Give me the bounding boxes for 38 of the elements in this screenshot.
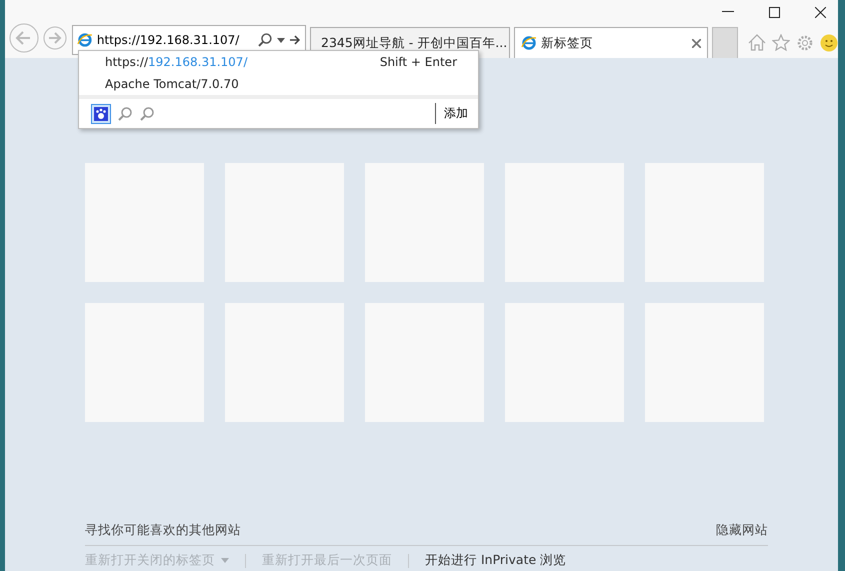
minimize-icon[interactable]: [722, 11, 734, 13]
add-button[interactable]: 添加: [435, 103, 468, 124]
smiley-icon[interactable]: [820, 34, 838, 52]
paw-icon[interactable]: [91, 104, 111, 124]
site-tile[interactable]: [225, 303, 344, 422]
address-field[interactable]: https://192.168.31.107/: [96, 33, 254, 47]
go-arrow-icon[interactable]: [289, 34, 301, 46]
site-tile[interactable]: [645, 303, 764, 422]
site-tile[interactable]: [225, 163, 344, 282]
shortcut-hint: Shift + Enter: [380, 55, 457, 69]
new-tab-button[interactable]: [712, 27, 738, 58]
site-tile[interactable]: [365, 303, 484, 422]
close-icon[interactable]: [814, 6, 826, 18]
maximize-icon[interactable]: [768, 6, 780, 18]
site-tile[interactable]: [85, 163, 204, 282]
suggestion-item[interactable]: https://192.168.31.107/: [105, 55, 248, 69]
close-tab-icon[interactable]: [692, 38, 702, 48]
footer-action-link[interactable]: 开始进行 InPrivate 浏览: [425, 552, 566, 569]
browser-tab[interactable]: 新标签页: [514, 27, 708, 58]
forward-icon[interactable]: [42, 25, 68, 51]
search-icon[interactable]: [257, 32, 274, 48]
home-icon[interactable]: [748, 34, 766, 51]
site-tile[interactable]: [645, 163, 764, 282]
discover-link[interactable]: 寻找你可能喜欢的其他网站: [85, 522, 241, 539]
caret-icon[interactable]: [277, 38, 286, 42]
settings-icon[interactable]: [796, 34, 814, 52]
browser-logo-icon: [521, 35, 537, 51]
suggestion-item[interactable]: Apache Tomcat/7.0.70: [105, 77, 239, 91]
site-tile[interactable]: [85, 303, 204, 422]
site-tile[interactable]: [365, 163, 484, 282]
star-icon[interactable]: [772, 34, 790, 51]
back-icon[interactable]: [8, 22, 40, 54]
tab-title: 2345网址导航 - 开创中国百年...: [321, 34, 508, 52]
site-tile[interactable]: [505, 163, 624, 282]
browser-logo-icon: [77, 32, 93, 48]
hide-sites-link[interactable]: 隐藏网站: [716, 522, 768, 539]
site-tile[interactable]: [505, 303, 624, 422]
tab-title: 新标签页: [541, 34, 594, 52]
